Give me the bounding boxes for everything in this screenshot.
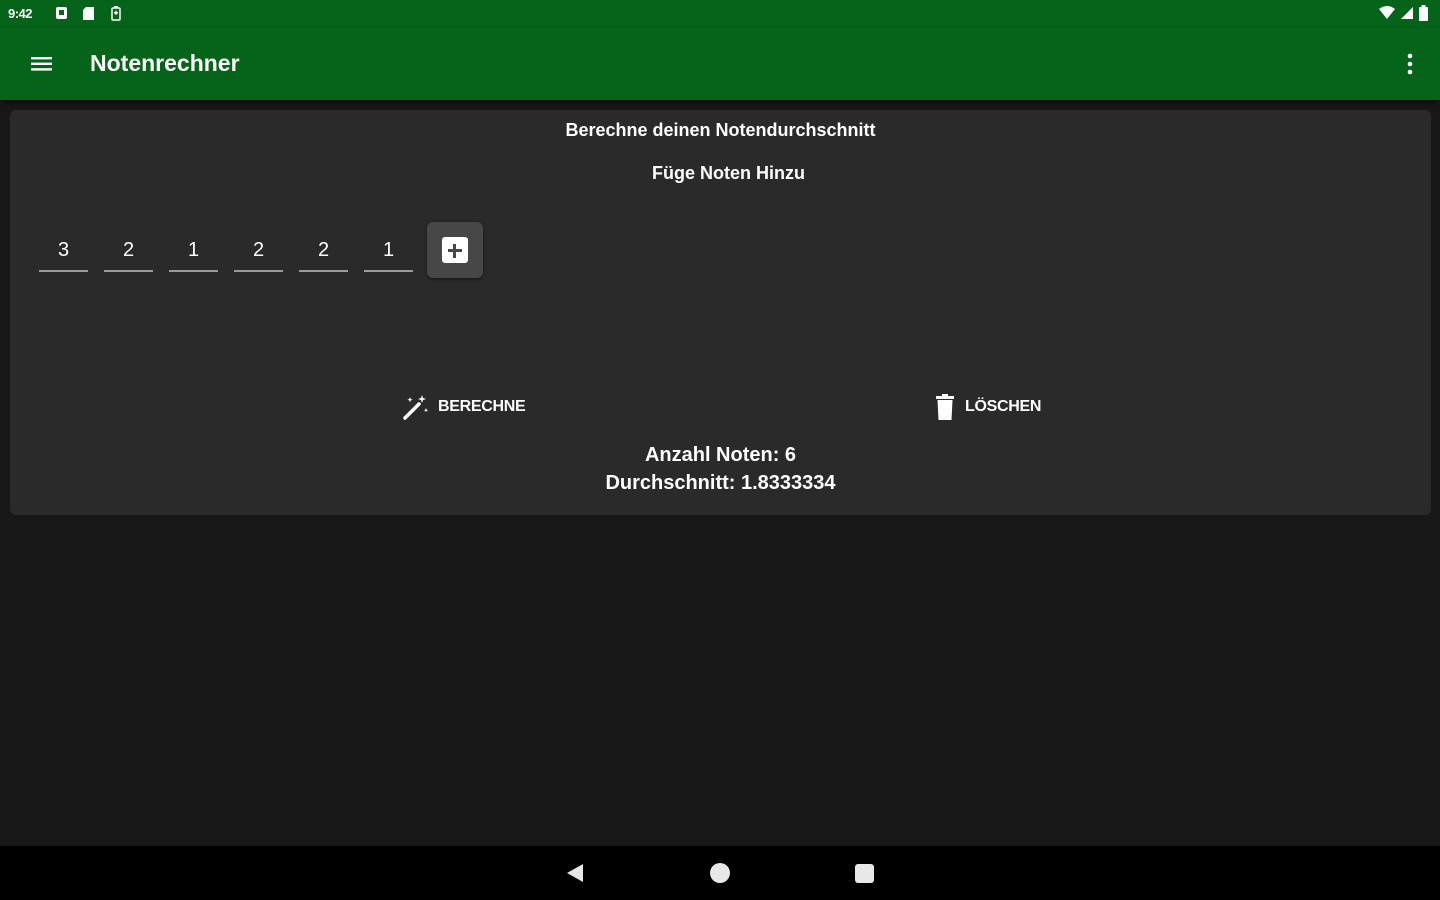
magic-wand-icon — [403, 395, 429, 420]
grade-input[interactable]: 2 — [299, 228, 348, 272]
grade-input[interactable]: 1 — [169, 228, 218, 272]
grades-list: 3 2 1 2 2 1 — [39, 222, 483, 278]
app-title: Notenrechner — [90, 50, 240, 76]
calculate-label: BERECHNE — [438, 398, 526, 415]
grade-input[interactable]: 1 — [364, 228, 413, 272]
more-vert-icon[interactable] — [1398, 48, 1422, 80]
clear-label: LÖSCHEN — [965, 398, 1042, 415]
system-nav-bar — [0, 846, 1440, 900]
calculate-button[interactable]: BERECHNE — [402, 390, 526, 424]
add-box-icon — [442, 237, 468, 263]
hamburger-menu-icon[interactable] — [22, 48, 58, 80]
trash-icon — [936, 394, 954, 420]
card-subtitle: Füge Noten Hinzu — [652, 163, 805, 183]
status-time: 9:42 — [8, 6, 33, 21]
clear-button[interactable]: LÖSCHEN — [933, 390, 1041, 424]
calculator-card: Berechne deinen Notendurchschnitt Füge N… — [10, 110, 1431, 515]
card-title: Berechne deinen Notendurchschnitt — [565, 120, 876, 140]
grade-average: Durchschnitt: 1.8333334 — [605, 472, 836, 494]
signal-icon — [1401, 7, 1413, 19]
back-triangle-icon[interactable] — [564, 862, 586, 884]
home-circle-icon[interactable] — [710, 863, 730, 883]
wifi-icon — [1379, 6, 1395, 19]
grade-input[interactable]: 2 — [234, 228, 283, 272]
add-grade-button[interactable] — [427, 222, 483, 278]
sd-card-icon — [83, 7, 94, 20]
recents-square-icon[interactable] — [855, 864, 874, 883]
status-bar: 9:42 — [0, 0, 1440, 28]
notification-icon — [56, 7, 67, 19]
battery-icon — [1419, 5, 1428, 21]
grade-input[interactable]: 2 — [104, 228, 153, 272]
grade-input[interactable]: 3 — [39, 228, 88, 272]
battery-saver-icon — [111, 6, 121, 21]
grade-count: Anzahl Noten: 6 — [644, 444, 797, 466]
app-bar: Notenrechner — [0, 28, 1440, 100]
